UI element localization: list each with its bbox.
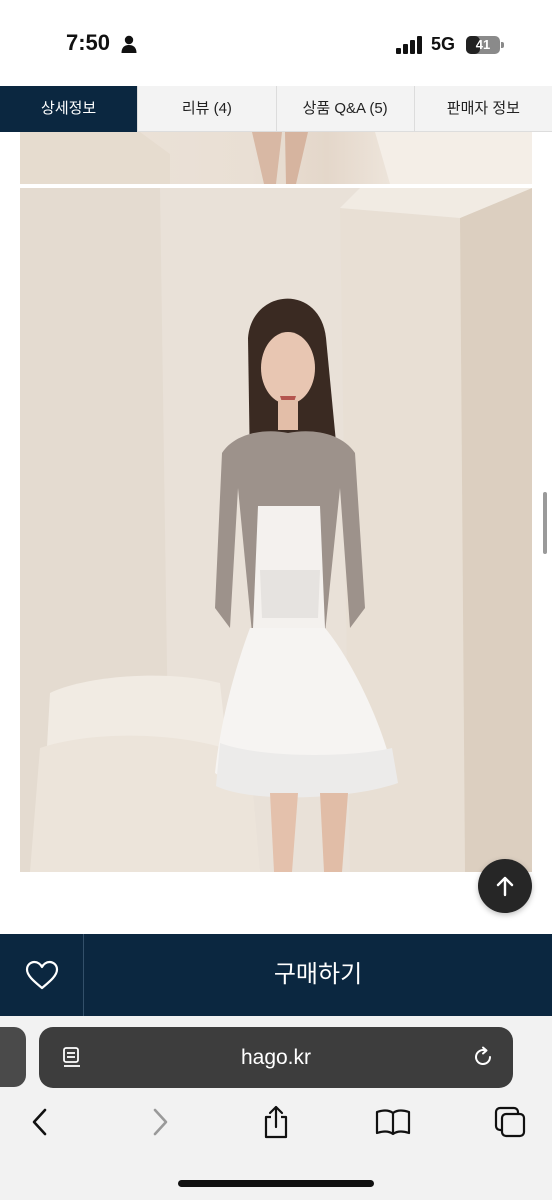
tabs-icon <box>494 1106 526 1138</box>
previous-tab-preview[interactable] <box>0 1027 26 1087</box>
url-text: hago.kr <box>240 1046 312 1069</box>
share-button[interactable] <box>256 1102 296 1142</box>
forward-icon <box>153 1108 168 1136</box>
heart-icon <box>25 960 58 990</box>
address-bar[interactable]: hago.kr <box>39 1027 513 1088</box>
wishlist-button[interactable] <box>0 934 84 1016</box>
status-time: 7:50 <box>66 30 111 55</box>
product-tabs: 상세정보 리뷰 (4) 상품 Q&A (5) 판매자 정보 <box>0 86 552 132</box>
home-indicator <box>178 1180 374 1187</box>
tabs-button[interactable] <box>490 1102 530 1142</box>
tab-seller-info[interactable]: 판매자 정보 <box>415 86 552 132</box>
network-label: 5G <box>431 34 456 54</box>
tab-reviews[interactable]: 리뷰 (4) <box>138 86 277 132</box>
forward-button[interactable] <box>140 1102 180 1142</box>
product-photo-main <box>20 188 532 872</box>
buy-button[interactable]: 구매하기 <box>84 934 552 1016</box>
scroll-to-top-button[interactable] <box>478 859 532 913</box>
reload-icon[interactable] <box>471 1045 495 1069</box>
back-icon <box>32 1108 47 1136</box>
status-bar: 7:50 5G 41 <box>0 0 552 86</box>
purchase-bar: 구매하기 <box>0 934 552 1016</box>
battery-level: 41 <box>475 37 491 52</box>
arrow-up-icon <box>496 876 514 897</box>
bookmarks-icon <box>375 1109 411 1136</box>
signal-icon <box>396 36 422 54</box>
product-photo-top <box>20 132 532 184</box>
back-button[interactable] <box>20 1102 60 1142</box>
tab-details[interactable]: 상세정보 <box>0 86 139 132</box>
tab-qna[interactable]: 상품 Q&A (5) <box>277 86 415 132</box>
page-scrollbar[interactable] <box>543 492 547 554</box>
person-icon <box>121 35 137 53</box>
bookmarks-button[interactable] <box>373 1102 413 1142</box>
battery-icon: 41 <box>466 36 504 54</box>
share-icon <box>264 1105 288 1139</box>
